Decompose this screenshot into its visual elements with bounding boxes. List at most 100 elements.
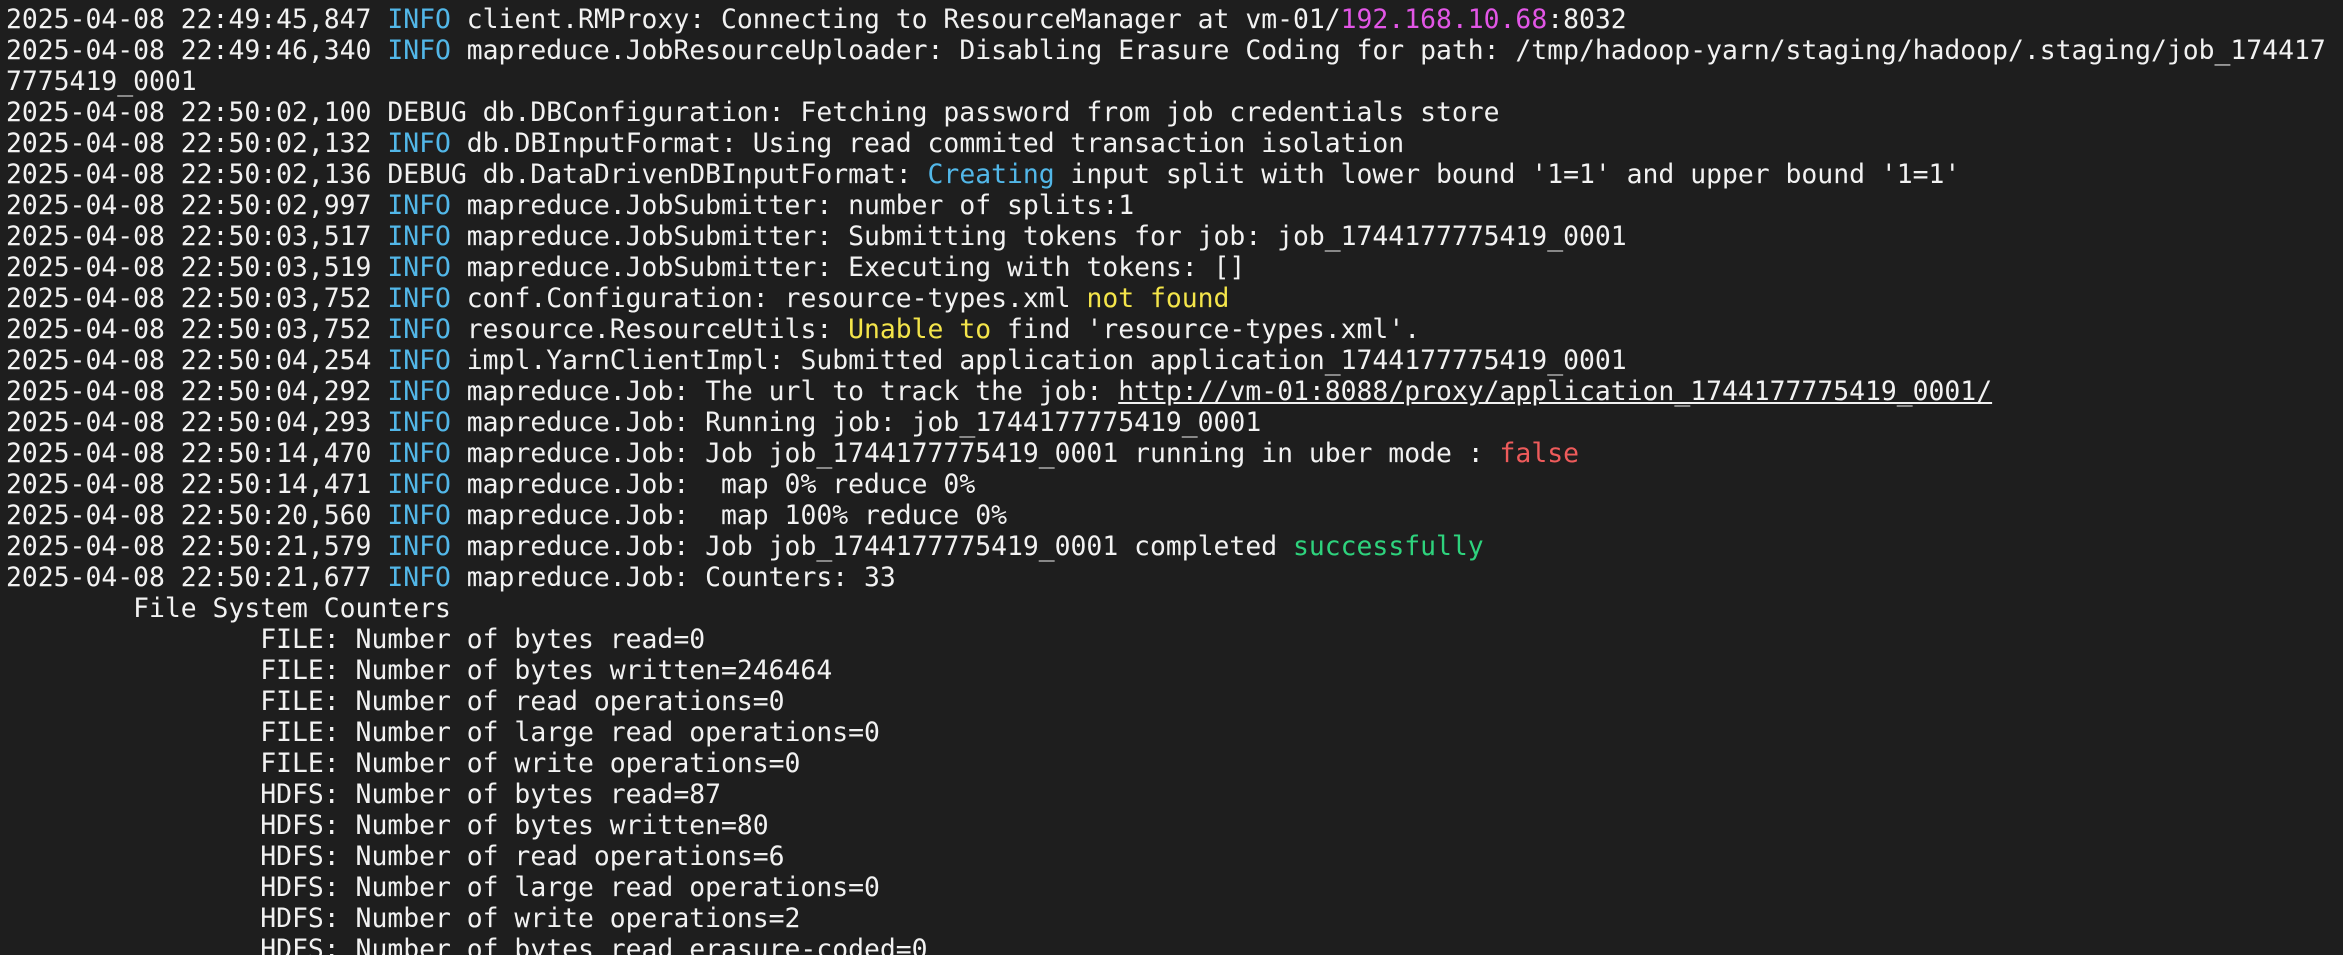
log-info-segment: INFO [387,190,451,221]
tracking-url-link[interactable]: http://vm-01:8088/proxy/application_1744… [1118,376,1992,407]
log-line: 2025-04-08 22:50:03,517 INFO mapreduce.J… [6,221,2326,252]
log-line: FILE: Number of read operations=0 [6,686,2326,717]
log-text-segment: FILE: Number of large read operations=0 [6,717,880,748]
terminal-window[interactable]: 2025-04-08 22:49:45,847 INFO client.RMPr… [0,0,2343,955]
log-line: 2025-04-08 22:50:14,470 INFO mapreduce.J… [6,438,2326,469]
log-text-segment: FILE: Number of write operations=0 [6,748,801,779]
log-text-segment: FILE: Number of bytes written=246464 [6,655,833,686]
log-line: 2025-04-08 22:50:21,677 INFO mapreduce.J… [6,562,2326,593]
log-info-segment: INFO [387,376,451,407]
log-text-segment: mapreduce.JobSubmitter: Submitting token… [450,221,1627,252]
log-info-segment: INFO [387,562,451,593]
log-info-segment: INFO [387,407,451,438]
log-text-segment: find 'resource-types.xml'. [991,314,1421,345]
log-text-segment: mapreduce.JobSubmitter: number of splits… [450,190,1135,221]
log-text-segment: :8032 [1547,4,1627,35]
log-text-segment: File System Counters [6,593,451,624]
log-text-segment: mapreduce.JobSubmitter: Executing with t… [450,252,1246,283]
log-text-segment: mapreduce.Job: map 0% reduce 0% [450,469,976,500]
log-text-segment: impl.YarnClientImpl: Submitted applicati… [450,345,1627,376]
log-info-segment: INFO [387,283,451,314]
log-text-segment: 2025-04-08 22:50:03,519 [6,252,388,283]
log-line: 2025-04-08 22:50:14,471 INFO mapreduce.J… [6,469,2326,500]
log-line: 2025-04-08 22:49:45,847 INFO client.RMPr… [6,4,2326,35]
log-text-segment: mapreduce.Job: Counters: 33 [450,562,896,593]
log-info-segment: INFO [387,128,451,159]
log-text-segment: 2025-04-08 22:50:03,517 [6,221,388,252]
log-text-segment: 2025-04-08 22:50:14,470 [6,438,388,469]
log-line: FILE: Number of bytes written=246464 [6,655,2326,686]
log-text-segment: 2025-04-08 22:50:02,132 [6,128,388,159]
log-text-segment: mapreduce.Job: The url to track the job: [450,376,1119,407]
log-line: 2025-04-08 22:50:21,579 INFO mapreduce.J… [6,531,2326,562]
log-text-segment: HDFS: Number of write operations=2 [6,903,801,934]
log-line: HDFS: Number of read operations=6 [6,841,2326,872]
log-yellow-segment: Unable to [848,314,992,345]
log-line: 7775419_0001 [6,66,2326,97]
log-info-segment: INFO [387,252,451,283]
log-line: 2025-04-08 22:50:04,292 INFO mapreduce.J… [6,376,2326,407]
log-info-segment: INFO [387,345,451,376]
log-line: 2025-04-08 22:50:02,132 INFO db.DBInputF… [6,128,2326,159]
log-line: 2025-04-08 22:50:03,752 INFO conf.Config… [6,283,2326,314]
log-line: 2025-04-08 22:50:02,136 DEBUG db.DataDri… [6,159,2326,190]
log-text-segment: 2025-04-08 22:50:02,100 DEBUG db.DBConfi… [6,97,1500,128]
log-text-segment: FILE: Number of bytes read=0 [6,624,706,655]
log-info-segment: INFO [387,438,451,469]
log-line: FILE: Number of large read operations=0 [6,717,2326,748]
log-line: 2025-04-08 22:50:03,752 INFO resource.Re… [6,314,2326,345]
log-text-segment: mapreduce.JobResourceUploader: Disabling… [450,35,2326,66]
log-text-segment: 2025-04-08 22:50:03,752 [6,283,388,314]
log-cyan-segment: Creating [927,159,1055,190]
log-green-segment: successfully [1292,531,1484,562]
log-line: FILE: Number of write operations=0 [6,748,2326,779]
log-line: 2025-04-08 22:50:04,254 INFO impl.YarnCl… [6,345,2326,376]
log-text-segment: 2025-04-08 22:50:02,997 [6,190,388,221]
log-text-segment: 2025-04-08 22:50:03,752 [6,314,388,345]
terminal-output: 2025-04-08 22:49:45,847 INFO client.RMPr… [6,4,2326,955]
log-text-segment: resource.ResourceUtils: [450,314,849,345]
log-text-segment: HDFS: Number of read operations=6 [6,841,785,872]
log-line: 2025-04-08 22:50:03,519 INFO mapreduce.J… [6,252,2326,283]
log-ip-segment: 192.168.10.68 [1340,4,1548,35]
log-line: HDFS: Number of bytes read=87 [6,779,2326,810]
log-text-segment: mapreduce.Job: Job job_1744177775419_000… [450,531,1293,562]
log-line: 2025-04-08 22:50:20,560 INFO mapreduce.J… [6,500,2326,531]
log-line: HDFS: Number of write operations=2 [6,903,2326,934]
log-text-segment: 2025-04-08 22:50:21,677 [6,562,388,593]
log-text-segment: HDFS: Number of bytes read=87 [6,779,721,810]
log-text-segment: HDFS: Number of large read operations=0 [6,872,880,903]
log-text-segment: conf.Configuration: resource-types.xml [450,283,1087,314]
log-red-segment: false [1499,438,1579,469]
log-text-segment: client.RMProxy: Connecting to ResourceMa… [450,4,1341,35]
log-text-segment: 7775419_0001 [6,66,197,97]
log-line: File System Counters [6,593,2326,624]
log-line: HDFS: Number of large read operations=0 [6,872,2326,903]
log-text-segment: db.DBInputFormat: Using read commited tr… [450,128,1405,159]
log-text-segment: 2025-04-08 22:50:04,292 [6,376,388,407]
log-info-segment: INFO [387,531,451,562]
log-text-segment: FILE: Number of read operations=0 [6,686,785,717]
log-line: 2025-04-08 22:50:02,100 DEBUG db.DBConfi… [6,97,2326,128]
log-text-segment: input split with lower bound '1=1' and u… [1054,159,1961,190]
log-text-segment: 2025-04-08 22:50:21,579 [6,531,388,562]
log-line: 2025-04-08 22:50:04,293 INFO mapreduce.J… [6,407,2326,438]
log-line: 2025-04-08 22:49:46,340 INFO mapreduce.J… [6,35,2326,66]
log-text-segment: mapreduce.Job: Running job: job_17441777… [450,407,1262,438]
log-text-segment: 2025-04-08 22:49:45,847 [6,4,388,35]
log-text-segment: mapreduce.Job: map 100% reduce 0% [450,500,1007,531]
log-text-segment: 2025-04-08 22:50:20,560 [6,500,388,531]
log-info-segment: INFO [387,4,451,35]
log-text-segment: 2025-04-08 22:50:02,136 DEBUG db.DataDri… [6,159,928,190]
log-text-segment: 2025-04-08 22:49:46,340 [6,35,388,66]
log-text-segment: 2025-04-08 22:50:14,471 [6,469,388,500]
log-info-segment: INFO [387,314,451,345]
log-text-segment: 2025-04-08 22:50:04,293 [6,407,388,438]
log-info-segment: INFO [387,469,451,500]
log-info-segment: INFO [387,221,451,252]
log-line: FILE: Number of bytes read=0 [6,624,2326,655]
log-text-segment: mapreduce.Job: Job job_1744177775419_000… [450,438,1500,469]
log-line: HDFS: Number of bytes read erasure-coded… [6,934,2326,955]
log-text-segment: 2025-04-08 22:50:04,254 [6,345,388,376]
log-info-segment: INFO [387,500,451,531]
